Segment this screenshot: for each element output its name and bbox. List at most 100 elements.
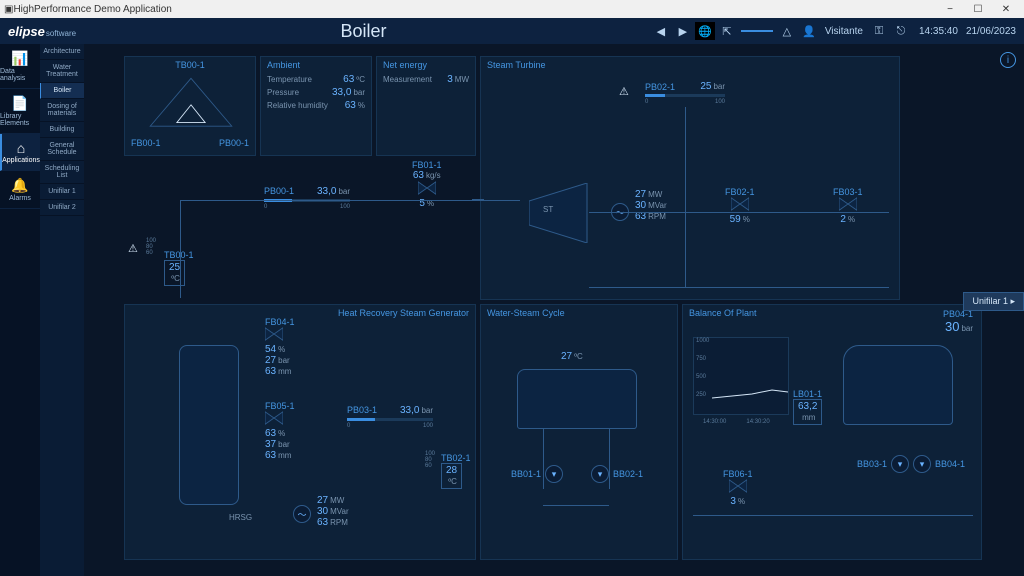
- subnav-unifilar2[interactable]: Unifilar 2: [40, 200, 84, 216]
- valve-icon[interactable]: [265, 327, 283, 341]
- nete-title: Net energy: [377, 57, 475, 73]
- tank-icon: [843, 345, 953, 425]
- subnav-schedule[interactable]: General Schedule: [40, 138, 84, 161]
- wsc-title: Water-Steam Cycle: [481, 305, 677, 321]
- subnav-water[interactable]: Water Treatment: [40, 60, 84, 83]
- share-icon[interactable]: ⇱: [717, 22, 737, 40]
- ambient-rh-val: 63: [345, 100, 356, 111]
- library-icon: 📄: [11, 95, 28, 112]
- brand-text: elipse: [8, 24, 45, 39]
- ambient-press-val: 33,0: [332, 87, 351, 98]
- subnav-boiler[interactable]: Boiler: [40, 83, 84, 99]
- turbine-icon: [529, 183, 589, 243]
- ambient-temp-label: Temperature: [267, 75, 312, 84]
- tb00-right: PB00-1: [219, 138, 249, 148]
- tb00-ticks: 100 80 60: [146, 238, 156, 256]
- wsc-temp: 27ºC: [561, 351, 583, 362]
- panel-wsc: Water-Steam Cycle 27ºC BB01-1 ▾ ▾ BB02-1: [480, 304, 678, 560]
- valve-icon[interactable]: [729, 479, 747, 493]
- pump-icon[interactable]: ▾: [913, 455, 931, 473]
- nav-applications[interactable]: ⌂Applications: [0, 134, 40, 171]
- fb03-block: FB03-1 2%: [833, 187, 863, 225]
- bb03-block: BB03-1 ▾ ▾ BB04-1: [857, 455, 965, 473]
- generator-icon: 〜: [293, 505, 311, 523]
- bell-icon: 🔔: [11, 177, 28, 194]
- logout-icon[interactable]: ⎋: [891, 22, 911, 40]
- panel-hrsg: Heat Recovery Steam Generator FB04-1 54%…: [124, 304, 476, 560]
- hrsg-title: Heat Recovery Steam Generator: [125, 305, 475, 321]
- nav-fwd-icon[interactable]: ▶: [673, 22, 693, 40]
- pump-icon[interactable]: ▾: [891, 455, 909, 473]
- pb02-val: 25: [700, 81, 711, 92]
- panel-bop: Balance Of Plant PB04-1 30bar 1000 750 5…: [682, 304, 982, 560]
- fb02-name: FB02-1: [725, 187, 755, 197]
- pb00-val: 33,0: [317, 186, 336, 197]
- user-icon[interactable]: 👤: [799, 22, 819, 40]
- valve-icon[interactable]: [839, 197, 857, 211]
- minimize-button[interactable]: −: [936, 4, 964, 15]
- window-title: HighPerformance Demo Application: [13, 4, 936, 15]
- brand-sub: software: [46, 29, 76, 38]
- side-nav: 📊Data analysis 📄Library Elements ⌂Applic…: [0, 44, 40, 576]
- chart-icon: 📊: [11, 50, 28, 67]
- side-tab-unifilar1[interactable]: Unifilar 1 ▸: [963, 292, 1024, 311]
- panel-steam-turbine: Steam Turbine ⚠ PB02-1 25bar 0100 ST 〜 2…: [480, 56, 900, 300]
- warning-icon[interactable]: ⚠: [128, 242, 138, 255]
- hrsg-label: HRSG: [229, 513, 252, 522]
- app-icon: ▣: [4, 4, 13, 15]
- fb02-block: FB02-1 59%: [725, 187, 755, 225]
- user-label: Visitante: [825, 26, 863, 37]
- lb01-block: LB01-1 63,2mm: [793, 389, 822, 425]
- nav-alarms[interactable]: 🔔Alarms: [0, 171, 40, 209]
- subnav-unifilar1[interactable]: Unifilar 1: [40, 184, 84, 200]
- fb06-block: FB06-1 3%: [723, 469, 753, 507]
- fb01-block: FB01-1 63kg/s 5%: [412, 160, 442, 209]
- tb00-title: TB00-1: [125, 57, 255, 73]
- key-icon[interactable]: ⚿: [869, 22, 889, 40]
- ambient-press-label: Pressure: [267, 88, 299, 97]
- pump-icon[interactable]: ▾: [591, 465, 609, 483]
- nete-val: 3: [447, 74, 453, 85]
- warning-icon[interactable]: ⚠: [619, 85, 629, 98]
- radar-icon: [131, 73, 251, 135]
- pb02-name: PB02-1: [645, 82, 675, 92]
- fb04-block: FB04-1 54% 27bar 63mm: [265, 317, 295, 377]
- panel-netenergy: Net energy Measurement3MW: [376, 56, 476, 156]
- valve-icon[interactable]: [731, 197, 749, 211]
- subnav-dosing[interactable]: Dosing of materials: [40, 99, 84, 122]
- window-titlebar: ▣ HighPerformance Demo Application − ☐ ✕: [0, 0, 1024, 18]
- subnav-architecture[interactable]: Architecture: [40, 44, 84, 60]
- hrsg-vessel-icon: [179, 345, 239, 505]
- ambient-rh-label: Relative humidity: [267, 101, 328, 110]
- valve-icon[interactable]: [265, 411, 283, 425]
- home-icon: ⌂: [17, 140, 25, 156]
- subnav-schedlist[interactable]: Scheduling List: [40, 161, 84, 184]
- nav-back-icon[interactable]: ◀: [651, 22, 671, 40]
- nav-library[interactable]: 📄Library Elements: [0, 89, 40, 134]
- date-label: 21/06/2023: [966, 26, 1016, 37]
- pb00-block: PB00-1 33,0bar 0100: [264, 186, 350, 210]
- nav-data-analysis[interactable]: 📊Data analysis: [0, 44, 40, 89]
- close-button[interactable]: ✕: [992, 4, 1020, 15]
- fb03-name: FB03-1: [833, 187, 863, 197]
- subnav-building[interactable]: Building: [40, 122, 84, 138]
- chart-x-ticks: 14:30:0014:30:20: [703, 419, 770, 425]
- warning-icon[interactable]: △: [777, 22, 797, 40]
- maximize-button[interactable]: ☐: [964, 4, 992, 15]
- body: 📊Data analysis 📄Library Elements ⌂Applic…: [0, 44, 1024, 576]
- fb05-block: FB05-1 63% 37bar 63mm: [265, 401, 295, 461]
- pb04-block: PB04-1 30bar: [943, 309, 973, 334]
- tb02-sensor: TB02-1 28ºC: [441, 453, 471, 489]
- condenser-icon: [517, 369, 637, 429]
- top-bar: elipse software Boiler ◀ ▶ 🌐 ⇱ △ 👤 Visit…: [0, 18, 1024, 44]
- globe-icon[interactable]: 🌐: [695, 22, 715, 40]
- brand-logo: elipse software: [8, 24, 76, 39]
- canvas: i TB00-1 FB00-1 PB00-1 Ambient Temperatu…: [84, 44, 1024, 576]
- top-actions: ◀ ▶ 🌐 ⇱ △ 👤 Visitante ⚿ ⎋ 14:35:40 21/06…: [651, 22, 1016, 40]
- pump-icon[interactable]: ▾: [545, 465, 563, 483]
- sub-nav: Architecture Water Treatment Boiler Dosi…: [40, 44, 84, 576]
- center-area: PB00-1 33,0bar 0100 FB01-1 63kg/s 5% ⚠ 1…: [124, 160, 476, 300]
- valve-icon[interactable]: [418, 181, 436, 195]
- st-title: Steam Turbine: [481, 57, 899, 73]
- info-icon[interactable]: i: [1000, 52, 1016, 68]
